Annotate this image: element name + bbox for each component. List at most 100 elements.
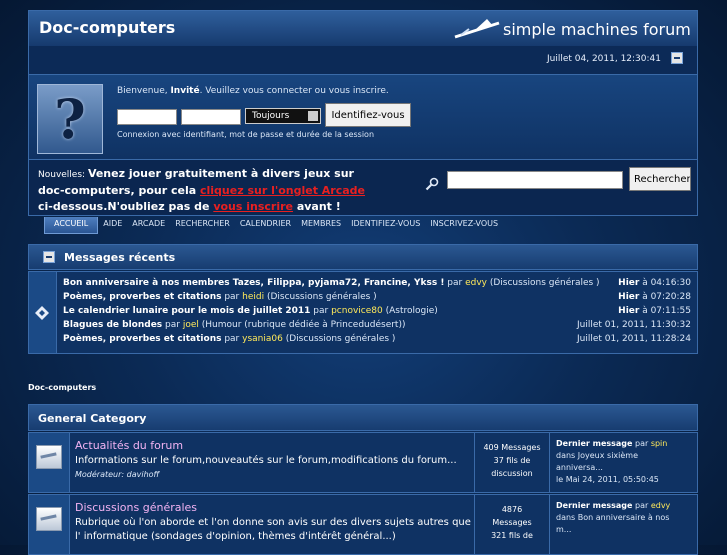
menu-search[interactable]: RECHERCHER xyxy=(170,217,235,233)
user-section: ? Bienvenue, Invité. Veuillez vous conne… xyxy=(28,74,698,160)
post-board[interactable]: (Discussions générales ) xyxy=(283,334,396,344)
menu-members[interactable]: MEMBRES xyxy=(296,217,346,233)
recent-post: Le calendrier lunaire pour le mois de ju… xyxy=(63,306,693,320)
post-title[interactable]: Le calendrier lunaire pour le mois de ju… xyxy=(63,306,310,316)
welcome-prefix: Bienvenue, xyxy=(117,86,171,96)
username-input[interactable] xyxy=(117,109,177,125)
recent-icon-cell xyxy=(29,272,57,353)
collapse-header-icon[interactable] xyxy=(671,52,683,64)
post-by: par xyxy=(162,320,183,330)
category-title[interactable]: General Category xyxy=(38,412,146,425)
board-row: Actualités du forum Informations sur le … xyxy=(28,432,698,493)
board-last-post: Dernier message par spin dans Joyeux six… xyxy=(551,433,697,492)
breadcrumb[interactable]: Doc-computers xyxy=(28,383,96,392)
last-post-topic[interactable]: dans Joyeux sixième xyxy=(556,450,693,462)
post-by: par xyxy=(310,306,332,316)
collapse-recent-icon[interactable] xyxy=(43,251,55,263)
post-board[interactable]: (Discussions générales ) xyxy=(487,278,600,288)
no-new-posts-icon[interactable] xyxy=(36,445,62,469)
post-author[interactable]: pcnovice80 xyxy=(331,306,383,316)
board-description: Informations sur le forum,nouveautés sur… xyxy=(75,455,457,466)
board-info: Discussions générales Rubrique où l'on a… xyxy=(70,495,475,554)
login-button[interactable]: Identifiez-vous xyxy=(325,103,411,127)
login-hint: Connexion avec identifiant, mot de passe… xyxy=(117,130,375,139)
arcade-link[interactable]: cliquez sur l'onglet Arcade xyxy=(200,184,365,197)
search-icon xyxy=(425,177,439,191)
post-by: par xyxy=(221,334,243,344)
category-header: General Category xyxy=(28,404,698,431)
mods-label: Modérateur: xyxy=(75,470,127,479)
menu-register[interactable]: INSCRIVEZ-VOUS xyxy=(425,217,503,233)
search-input[interactable] xyxy=(447,171,623,189)
last-post-label: Dernier message xyxy=(556,439,633,448)
session-duration-select[interactable]: Toujours xyxy=(245,108,321,124)
dropdown-arrow-icon xyxy=(308,111,318,121)
menu-home[interactable]: ACCUEIL xyxy=(44,217,99,234)
menu-arcade[interactable]: ARCADE xyxy=(127,217,170,233)
last-post-label: Dernier message xyxy=(556,501,633,510)
post-day: Hier xyxy=(618,278,640,288)
menu-login[interactable]: IDENTIFIEZ-VOUS xyxy=(346,217,425,233)
news-text-2: ci-dessous.N'oubliez pas de xyxy=(38,200,214,213)
post-time-value: à 07:11:55 xyxy=(639,306,691,316)
news-label: Nouvelles: xyxy=(38,170,88,180)
post-title[interactable]: Bon anniversaire à nos membres Tazes, Fi… xyxy=(63,278,444,288)
board-description: Rubrique où l'on aborde et l'on donne so… xyxy=(75,517,471,542)
register-link[interactable]: vous inscrire xyxy=(213,200,293,213)
last-post-topic-cont[interactable]: anniversa... xyxy=(556,462,693,474)
recent-post: Poèmes, proverbes et citations par heidi… xyxy=(63,292,693,306)
post-board[interactable]: (Humour (rubrique dédiée à Princedudéser… xyxy=(199,320,406,330)
recent-posts-header: Messages récents xyxy=(28,244,698,270)
post-by: par xyxy=(444,278,466,288)
post-title[interactable]: Poèmes, proverbes et citations xyxy=(63,292,221,302)
post-author[interactable]: heidi xyxy=(242,292,264,302)
post-time: Hier à 07:20:28 xyxy=(618,292,691,302)
news-text: Nouvelles: Venez jouer gratuitement à di… xyxy=(38,166,368,215)
no-new-posts-icon[interactable] xyxy=(36,507,62,531)
recent-posts-title: Messages récents xyxy=(64,251,176,264)
recent-post: Blagues de blondes par joel (Humour (rub… xyxy=(63,320,693,334)
post-author[interactable]: joel xyxy=(183,320,199,330)
post-title[interactable]: Poèmes, proverbes et citations xyxy=(63,334,221,344)
post-time-value: Juillet 01, 2011, 11:28:24 xyxy=(576,334,691,344)
post-board[interactable]: (Astrologie) xyxy=(383,306,438,316)
main-menu: ACCUEIL AIDE ARCADE RECHERCHER CALENDRIE… xyxy=(44,217,503,234)
board-moderators: Modérateur: davihoff xyxy=(75,470,159,479)
session-duration-value: Toujours xyxy=(252,111,290,121)
board-info: Actualités du forum Informations sur le … xyxy=(70,433,475,492)
board-icon-cell xyxy=(29,433,70,492)
post-title[interactable]: Blagues de blondes xyxy=(63,320,162,330)
welcome-suffix[interactable]: . Veuillez vous connecter ou vous inscri… xyxy=(200,86,389,96)
last-post-by: par xyxy=(632,501,651,510)
board-name[interactable]: Actualités du forum xyxy=(75,439,183,452)
recent-post: Poèmes, proverbes et citations par ysani… xyxy=(63,334,693,348)
post-time-value: Juillet 01, 2011, 11:30:32 xyxy=(576,320,691,330)
board-name[interactable]: Discussions générales xyxy=(75,501,197,514)
last-post-topic-cont[interactable]: m... xyxy=(556,524,693,536)
stats-line: discussion xyxy=(491,469,533,478)
search-button[interactable]: Rechercher xyxy=(629,167,691,191)
news-bar: Nouvelles: Venez jouer gratuitement à di… xyxy=(28,160,698,216)
post-board[interactable]: (Discussions générales ) xyxy=(264,292,377,302)
forum-header: Doc-computers simple machines forum xyxy=(28,10,698,46)
menu-help[interactable]: AIDE xyxy=(98,217,127,233)
post-by: par xyxy=(221,292,243,302)
board-icon-cell xyxy=(29,495,70,554)
menu-calendar[interactable]: CALENDRIER xyxy=(235,217,296,233)
last-post-topic[interactable]: dans Bon anniversaire à nos xyxy=(556,512,693,524)
news-text-3: avant ! xyxy=(293,200,341,213)
smf-brand[interactable]: simple machines forum xyxy=(503,20,691,39)
post-author[interactable]: edvy xyxy=(465,278,487,288)
moderator-link[interactable]: davihoff xyxy=(127,470,160,479)
post-time: Juillet 01, 2011, 11:28:24 xyxy=(577,334,691,344)
recent-posts-icon xyxy=(35,306,49,320)
post-author[interactable]: ysania06 xyxy=(242,334,283,344)
date-bar: Juillet 04, 2011, 12:30:41 xyxy=(28,46,698,74)
site-title[interactable]: Doc-computers xyxy=(39,18,175,37)
last-post-author[interactable]: spin xyxy=(651,439,668,448)
post-time-value: à 07:20:28 xyxy=(639,292,691,302)
password-input[interactable] xyxy=(181,109,241,125)
last-post-date: le Mai 24, 2011, 05:50:45 xyxy=(556,475,659,484)
last-post-author[interactable]: edvy xyxy=(651,501,670,510)
stats-line: 4876 xyxy=(501,505,523,514)
